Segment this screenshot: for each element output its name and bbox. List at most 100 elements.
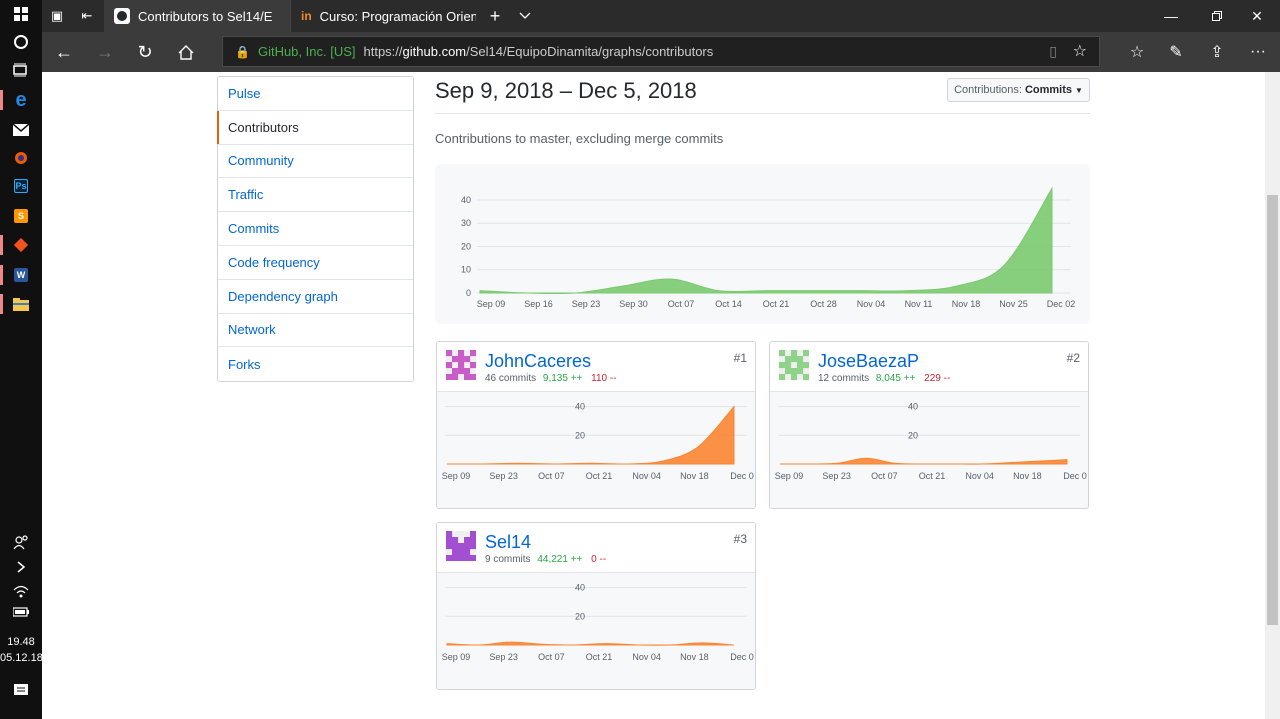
avatar-cell [452,555,459,561]
x-tick-label: Sep 09 [442,652,471,662]
y-tick-label: 40 [461,195,471,205]
x-tick-label: Oct 28 [810,299,837,309]
contributor-graph[interactable]: 20 40 Sep 09 Sep 23 Oct 07 Oct 21 Nov 04 Nov 18… [437,573,755,689]
menu-item-community[interactable]: Community [218,145,413,179]
contributor-rank: #1 [733,351,747,365]
avatar-cell [446,531,453,538]
y-tick-label: 20 [461,241,471,251]
commit-count-link[interactable]: 46 commits [485,373,536,384]
refresh-icon[interactable]: ↻ [125,32,165,72]
home-icon[interactable] [166,32,206,72]
certificate-org: GitHub, Inc. [US] [257,44,356,59]
sublime-text-icon[interactable]: S [0,202,42,230]
avatar[interactable] [446,350,476,380]
more-options-icon[interactable]: ··· [1238,32,1278,72]
close-icon[interactable]: ✕ [1234,0,1280,32]
menu-item-dependency-graph[interactable]: Dependency graph [218,280,413,314]
tab-curso[interactable]: in Curso: Programación Orient [290,0,476,32]
git-icon[interactable] [0,231,42,259]
clock-time[interactable]: 19.48 [0,636,42,648]
reading-view-icon[interactable]: ▯ [1049,43,1057,60]
menu-item-pulse[interactable]: Pulse [218,77,413,111]
share-icon[interactable]: ⇪ [1197,32,1237,72]
x-tick-label: Sep 09 [775,471,804,481]
contributor-graph[interactable]: 20 40 Sep 09 Sep 23 Oct 07 Oct 21 Nov 04 Nov 18… [770,392,1088,508]
x-tick-label: Oct 07 [871,471,898,481]
avatar-cell [458,362,465,369]
avatar-cell [452,543,459,550]
web-note-pen-icon[interactable]: ✎ [1156,32,1196,72]
mail-icon[interactable] [0,116,42,144]
task-view-icon[interactable] [0,56,42,84]
commit-count-link[interactable]: 12 commits [818,373,869,384]
file-explorer-icon[interactable] [0,290,42,318]
additions-count: 8,045 ++ [875,373,916,384]
contributor-name-link[interactable]: JohnCaceres [485,351,591,372]
avatar[interactable] [779,350,809,380]
menu-item-forks[interactable]: Forks [218,347,413,381]
tab-manager-icon[interactable]: ▣ [42,0,72,36]
minimize-icon[interactable]: — [1148,0,1194,32]
favorite-star-icon[interactable]: ☆ [1073,41,1087,61]
x-tick-label: Nov 18 [680,471,709,481]
commit-count-link[interactable]: 9 commits [485,554,531,565]
avatar-cell [803,350,809,357]
x-tick-label: Nov 18 [1013,471,1042,481]
action-center-icon[interactable] [0,677,42,705]
contributor-graph[interactable]: 20 40 Sep 09 Sep 23 Oct 07 Oct 21 Nov 04 Nov 18… [437,392,755,508]
edge-icon[interactable]: e [0,86,42,114]
address-bar[interactable]: 🔒 GitHub, Inc. [US] https://github.com/S… [222,36,1100,67]
avatar-cell [452,356,459,363]
x-tick-label: Oct 07 [668,299,695,309]
new-tab-icon[interactable]: + [480,0,510,36]
clock-date[interactable]: 05.12.18 [0,652,43,664]
windows-start-icon[interactable] [0,0,42,28]
contributor-name-link[interactable]: JoseBaezaP [818,351,919,372]
photoshop-icon[interactable]: Ps [0,172,42,200]
word-icon[interactable]: W [0,261,42,289]
show-hidden-icons-chevron-icon[interactable] [0,553,42,581]
tab-list-chevron-icon[interactable] [510,0,540,36]
avatar-cell [470,537,476,544]
menu-item-contributors[interactable]: Contributors [217,110,413,145]
x-tick-label: Nov 04 [857,299,886,309]
y-tick-label: 40 [575,402,585,412]
contributor-rank: #3 [733,532,747,546]
url-path: /Sel14/EquipoDinamita/graphs/contributor… [466,44,714,59]
x-tick-label: Nov 18 [680,652,709,662]
x-tick-label: Oct 21 [586,471,613,481]
y-tick-label: 30 [461,218,471,228]
area-series [779,457,1068,465]
set-aside-tabs-icon[interactable]: ⇤ [72,0,102,36]
avatar-cell [458,368,465,375]
contributor-stats: 9 commits 44,221 ++ 0 -- [485,554,606,565]
people-icon[interactable] [0,528,42,556]
avatar-cell [803,374,809,380]
page-scrollbar-thumb[interactable] [1267,195,1278,625]
contributor-stats: 12 commits 8,045 ++ 229 -- [818,373,950,384]
main-chart-svg: 0 10 20 30 40 Sep 09 Sep 16 Sep 23 Sep 30 Oct 07 O… [461,186,1075,309]
avatar[interactable] [446,531,476,561]
contributor-chart-svg: 20 40 Sep 09 Sep 23 Oct 07 Oct 21 Nov 04 Nov 18… [775,402,1087,481]
avatar-cell [464,549,471,556]
x-tick-label: Dec 0 [730,471,754,481]
main-contributions-graph[interactable]: 0 10 20 30 40 Sep 09 Sep 16 Sep 23 Sep 30 Oct 07 O… [435,164,1090,324]
avatar-cell [458,543,465,550]
menu-item-traffic[interactable]: Traffic [218,178,413,213]
favorites-hub-icon[interactable]: ☆ [1117,32,1157,72]
x-tick-label: Sep 23 [489,652,518,662]
contributions-value: Commits [1024,84,1072,96]
menu-item-code-frequency[interactable]: Code frequency [218,246,413,280]
contributions-type-select[interactable]: Contributions: Commits ▼ [947,78,1090,102]
menu-item-commits[interactable]: Commits [218,212,413,246]
avatar-cell [470,555,476,561]
y-tick-label: 40 [908,402,918,412]
forward-icon[interactable]: → [85,32,125,72]
back-icon[interactable]: ← [44,32,84,72]
firefox-icon[interactable] [0,144,42,172]
contributor-name-link[interactable]: Sel14 [485,532,531,553]
battery-icon[interactable] [0,598,42,626]
menu-item-network[interactable]: Network [218,314,413,348]
cortana-icon[interactable] [0,28,42,56]
tab-contributors[interactable]: Contributors to Sel14/E [104,0,290,32]
